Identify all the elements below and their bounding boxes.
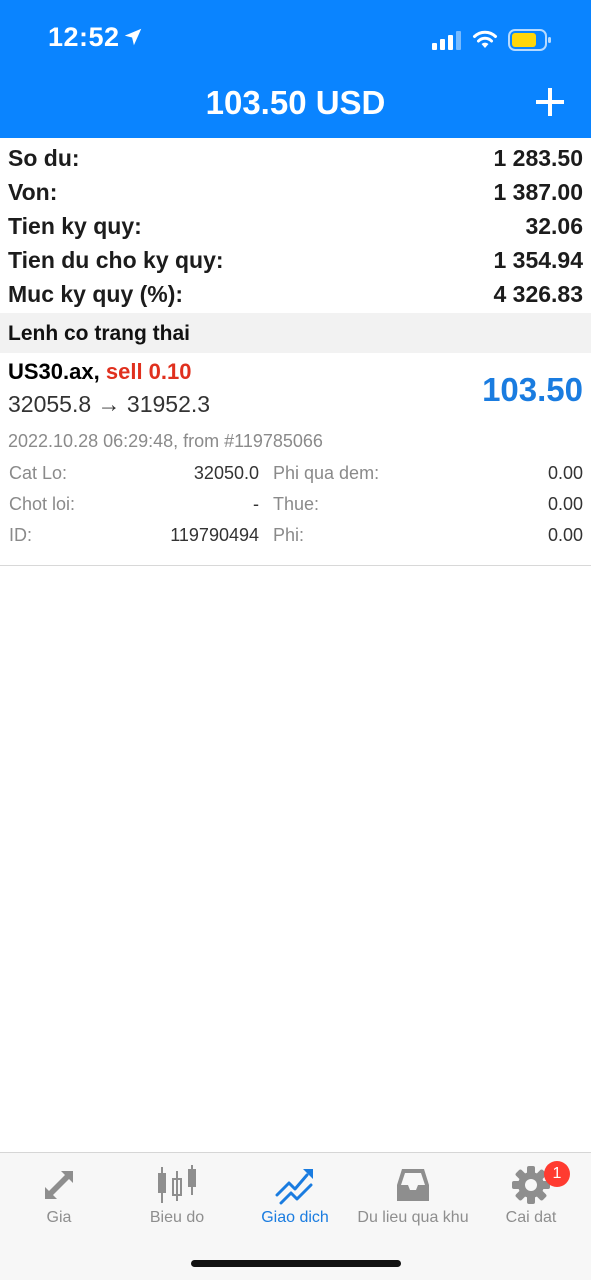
swap-value: 0.00 (547, 463, 583, 483)
tax-value: 0.00 (547, 494, 583, 514)
settings-badge: 1 (544, 1161, 570, 1187)
battery-icon (508, 29, 551, 51)
summary-value: 32.06 (525, 212, 583, 239)
swap-label: Phi qua dem: (273, 463, 380, 483)
id-label: ID: (9, 525, 33, 545)
detail-row: ID: 119790494 Phi: 0.00 (0, 522, 591, 553)
tab-label: Gia (46, 1209, 72, 1226)
summary-value: 1 354.94 (493, 246, 583, 273)
tab-charts[interactable]: Bieu do (118, 1153, 236, 1243)
summary-label: Von: (8, 178, 58, 205)
summary-value: 1 387.00 (493, 178, 583, 205)
candlestick-icon (158, 1165, 196, 1203)
take-profit-label: Chot loi: (9, 494, 76, 514)
wifi-icon (473, 30, 497, 48)
tab-settings[interactable]: Cai dat (472, 1153, 590, 1243)
inbox-icon (397, 1169, 429, 1201)
tab-quotes[interactable]: Gia (0, 1153, 118, 1243)
trade-chart-icon (275, 1169, 313, 1205)
tab-label: Cai dat (505, 1209, 557, 1226)
id-value: 119790494 (170, 525, 259, 545)
summary-value: 1 283.50 (493, 144, 583, 171)
commission-value: 0.00 (547, 525, 583, 545)
summary-label: Tien ky quy: (8, 212, 142, 239)
summary-label: Muc ky quy (%): (8, 280, 184, 307)
summary-label: So du: (8, 144, 80, 171)
status-time: 12:52 (48, 22, 120, 52)
position-prices: 32055.8 → 31952.3 (8, 391, 211, 417)
status-bar: 12:52 (0, 0, 591, 80)
open-positions-header: Lenh co trang thai (0, 313, 591, 353)
position-details: Cat Lo: 32050.0 Phi qua dem: 0.00 Chot l… (0, 460, 591, 553)
detail-row: Chot loi: - Thue: 0.00 (0, 491, 591, 522)
cellular-signal-icon (432, 31, 461, 50)
tab-history[interactable]: Du lieu qua khu (354, 1153, 472, 1243)
tab-label: Bieu do (149, 1209, 205, 1226)
summary-label: Tien du cho ky quy: (8, 246, 224, 273)
summary-row-margin-level: Muc ky quy (%): 4 326.83 (0, 277, 591, 311)
account-summary: So du: 1 283.50 Von: 1 387.00 Tien ky qu… (0, 138, 591, 311)
location-arrow-icon (124, 28, 142, 46)
quotes-arrows-icon (45, 1171, 73, 1199)
tab-label: Giao dich (261, 1209, 329, 1226)
summary-row-margin: Tien ky quy: 32.06 (0, 209, 591, 243)
take-profit-value: - (253, 494, 259, 514)
tab-trade[interactable]: Giao dich (236, 1153, 354, 1243)
summary-row-equity: Von: 1 387.00 (0, 175, 591, 209)
app-header: 12:52 103.50 USD (0, 0, 591, 138)
detail-row: Cat Lo: 32050.0 Phi qua dem: 0.00 (0, 460, 591, 491)
position-side: sell 0.10 (105, 359, 192, 384)
summary-row-free-margin: Tien du cho ky quy: 1 354.94 (0, 243, 591, 277)
equity-title: 103.50 USD (205, 84, 386, 121)
position-symbol: US30.ax, (8, 359, 100, 384)
add-order-button[interactable] (530, 82, 570, 122)
stop-loss-value: 32050.0 (193, 463, 259, 483)
position-profit: 103.50 (482, 371, 583, 408)
home-indicator[interactable] (191, 1260, 401, 1267)
tab-label: Du lieu qua khu (357, 1209, 469, 1226)
stop-loss-label: Cat Lo: (9, 463, 68, 483)
position-symbol-line: US30.ax, sell 0.10 (8, 359, 192, 385)
summary-row-balance: So du: 1 283.50 (0, 141, 591, 175)
commission-label: Phi: (273, 525, 305, 545)
summary-value: 4 326.83 (493, 280, 583, 307)
position-item[interactable]: US30.ax, sell 0.10 32055.8 → 31952.3 103… (0, 353, 591, 566)
tax-label: Thue: (273, 494, 320, 514)
position-time: 2022.10.28 06:29:48, from #119785066 (8, 431, 323, 451)
